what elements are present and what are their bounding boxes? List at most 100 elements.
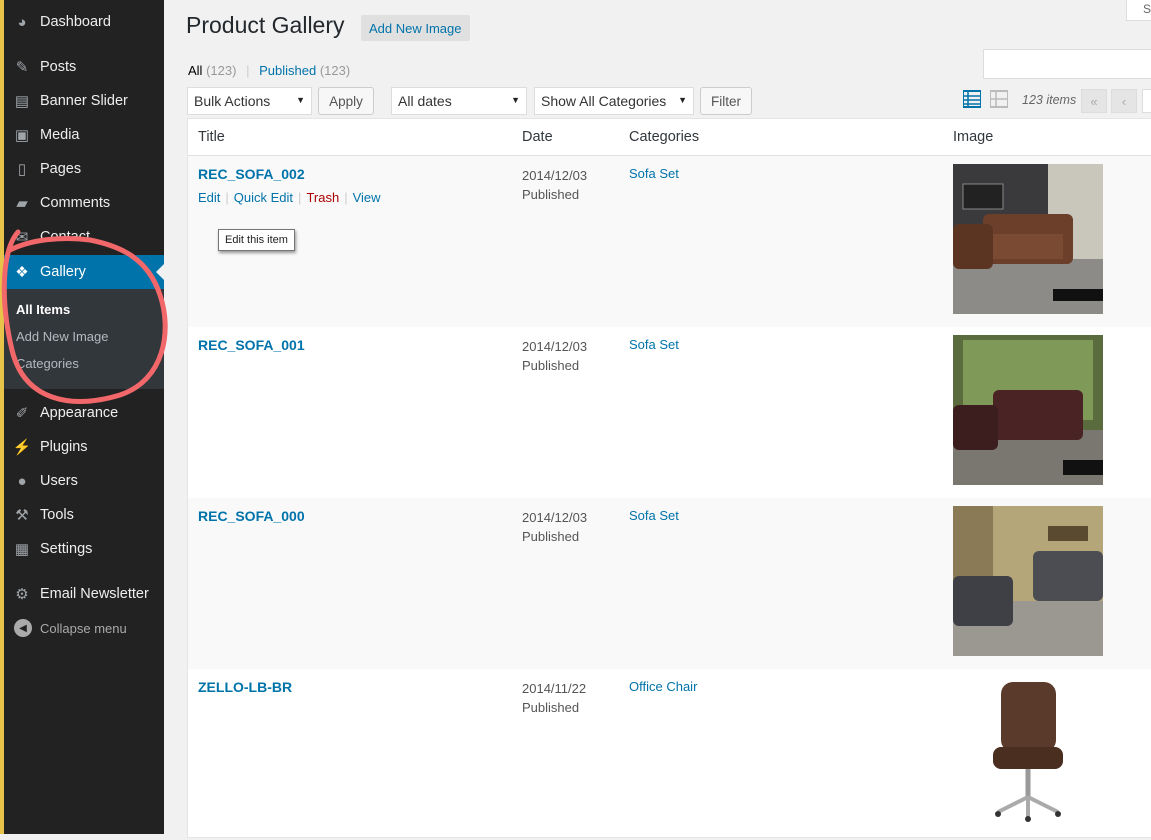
sidebar-item-label: Banner Slider <box>40 93 128 109</box>
sidebar-item-media[interactable]: ▣ Media <box>4 118 164 152</box>
sidebar-item-label: Email Newsletter <box>40 586 149 602</box>
row-status: Published <box>522 529 580 544</box>
sidebar-item-label: Comments <box>40 195 111 211</box>
submenu-categories[interactable]: Categories <box>16 356 79 371</box>
sidebar-item-users[interactable]: ● Users <box>4 464 164 498</box>
sidebar-item-label: Contact <box>40 229 90 245</box>
sidebar-item-label: Dashboard <box>40 14 111 30</box>
table-header: Title Date Categories Image <box>188 119 1151 156</box>
wrench-icon: ⚒ <box>15 507 29 524</box>
row-title-link[interactable]: REC_SOFA_002 <box>198 166 305 182</box>
sidebar-item-contact[interactable]: ✉ Contact <box>4 220 164 254</box>
filter-button[interactable]: Filter <box>700 87 752 115</box>
search-input[interactable] <box>983 49 1151 79</box>
sidebar-item-plugins[interactable]: ⚡ Plugins <box>4 430 164 464</box>
row-date-value: 2014/12/03 <box>522 168 588 183</box>
row-category-link[interactable]: Sofa Set <box>629 337 679 352</box>
user-icon: ● <box>17 472 27 490</box>
row-status: Published <box>522 358 580 373</box>
view-all-count: (123) <box>206 63 237 78</box>
admin-sidebar: ◕ Dashboard ✎ Posts ▤ Banner Slider ▣ Me… <box>4 0 164 834</box>
sidebar-item-label: Gallery <box>40 264 86 280</box>
dashboard-icon: ◕ <box>17 13 27 31</box>
office-chair-thumbnail[interactable] <box>953 677 1103 827</box>
categories-select[interactable]: Show All Categories ▼ <box>534 87 694 115</box>
row-date-value: 2014/12/03 <box>522 510 588 525</box>
sidebar-item-email-newsletter[interactable]: ⚙ Email Newsletter <box>4 577 164 611</box>
edit-link[interactable]: Edit <box>198 190 220 205</box>
first-page-button[interactable]: « <box>1081 89 1107 113</box>
chevron-down-icon: ▼ <box>511 95 520 105</box>
pin-icon: ✎ <box>15 59 29 76</box>
view-all-link[interactable]: All <box>188 63 202 78</box>
sidebar-item-label: Media <box>40 127 80 143</box>
pages-icon: ▯ <box>17 161 27 178</box>
row-title-link[interactable]: REC_SOFA_000 <box>198 508 305 524</box>
view-published-count: (123) <box>319 63 351 78</box>
row-date: 2014/12/03 Published <box>522 337 587 375</box>
column-categories: Categories <box>629 129 700 145</box>
row-date: 2014/12/03 Published <box>522 508 587 546</box>
bulk-actions-value: Bulk Actions <box>194 93 271 109</box>
row-category-link[interactable]: Office Chair <box>629 679 697 694</box>
sidebar-item-label: Tools <box>40 507 74 523</box>
sofa-thumbnail[interactable] <box>953 506 1103 656</box>
categories-value: Show All Categories <box>541 93 667 109</box>
table-row: REC_SOFA_002 Edit | Quick Edit | Trash | View … <box>188 156 1151 327</box>
table-row: ZELLO-LB-BR 2014/11/22 Published Office … <box>188 669 1151 840</box>
sidebar-item-comments[interactable]: ▰ Comments <box>4 186 164 220</box>
sofa-thumbnail[interactable] <box>953 335 1103 485</box>
submenu-add-new-image[interactable]: Add New Image <box>16 329 109 344</box>
row-date-value: 2014/12/03 <box>522 339 588 354</box>
chevron-down-icon: ▼ <box>296 95 305 105</box>
status-views: All (123) | Published (123) <box>188 63 350 78</box>
sidebar-item-settings[interactable]: ▦ Settings <box>4 532 164 566</box>
media-icon: ▣ <box>14 127 30 144</box>
bulk-actions-select[interactable]: Bulk Actions ▼ <box>187 87 312 115</box>
screen-options-tab[interactable]: Sc <box>1126 0 1151 21</box>
current-page-input[interactable] <box>1142 89 1151 113</box>
sidebar-item-dashboard[interactable]: ◕ Dashboard <box>4 5 164 39</box>
quick-edit-link[interactable]: Quick Edit <box>234 190 293 205</box>
view-link[interactable]: View <box>353 190 381 205</box>
table-row: REC_SOFA_001 2014/12/03 Published Sofa S… <box>188 327 1151 498</box>
sidebar-item-label: Posts <box>40 59 77 75</box>
row-title-link[interactable]: ZELLO-LB-BR <box>198 679 292 695</box>
submenu-all-items[interactable]: All Items <box>16 302 70 317</box>
row-category-link[interactable]: Sofa Set <box>629 508 679 523</box>
add-new-image-button[interactable]: Add New Image <box>361 15 470 41</box>
sidebar-item-posts[interactable]: ✎ Posts <box>4 50 164 84</box>
views-separator: | <box>246 63 250 78</box>
view-published-link[interactable]: Published <box>259 63 316 78</box>
dates-select[interactable]: All dates ▼ <box>391 87 527 115</box>
sofa-thumbnail[interactable] <box>953 164 1103 314</box>
sidebar-item-label: Appearance <box>40 405 119 421</box>
apply-button[interactable]: Apply <box>318 87 374 115</box>
row-status: Published <box>522 700 580 715</box>
dates-value: All dates <box>398 93 452 109</box>
row-title-link[interactable]: REC_SOFA_001 <box>198 337 305 353</box>
sidebar-item-label: Settings <box>40 541 93 557</box>
mail-icon: ✉ <box>15 229 29 246</box>
column-date[interactable]: Date <box>522 129 553 145</box>
trash-link[interactable]: Trash <box>306 190 339 205</box>
row-date: 2014/12/03 Published <box>522 166 587 204</box>
slider-icon: ▤ <box>14 93 30 110</box>
sidebar-item-pages[interactable]: ▯ Pages <box>4 152 164 186</box>
gallery-icon: ❖ <box>15 264 29 281</box>
gallery-table: Title Date Categories Image REC_SOFA_002… <box>187 118 1151 838</box>
prev-page-button[interactable]: ‹ <box>1111 89 1137 113</box>
list-view-icon[interactable] <box>963 90 981 108</box>
sidebar-item-gallery[interactable]: ❖ Gallery <box>4 255 164 289</box>
excerpt-view-icon[interactable] <box>990 90 1008 108</box>
sidebar-item-banner-slider[interactable]: ▤ Banner Slider <box>4 84 164 118</box>
collapse-menu-button[interactable]: ◀ Collapse menu <box>4 612 164 644</box>
gallery-submenu: All Items Add New Image Categories <box>4 289 164 389</box>
items-count: 123 items <box>1022 93 1077 107</box>
column-title[interactable]: Title <box>198 129 225 145</box>
row-category-link[interactable]: Sofa Set <box>629 166 679 181</box>
row-date: 2014/11/22 Published <box>522 679 586 717</box>
sidebar-item-appearance[interactable]: ✐ Appearance <box>4 396 164 430</box>
sidebar-item-tools[interactable]: ⚒ Tools <box>4 498 164 532</box>
settings-icon: ▦ <box>14 541 30 558</box>
